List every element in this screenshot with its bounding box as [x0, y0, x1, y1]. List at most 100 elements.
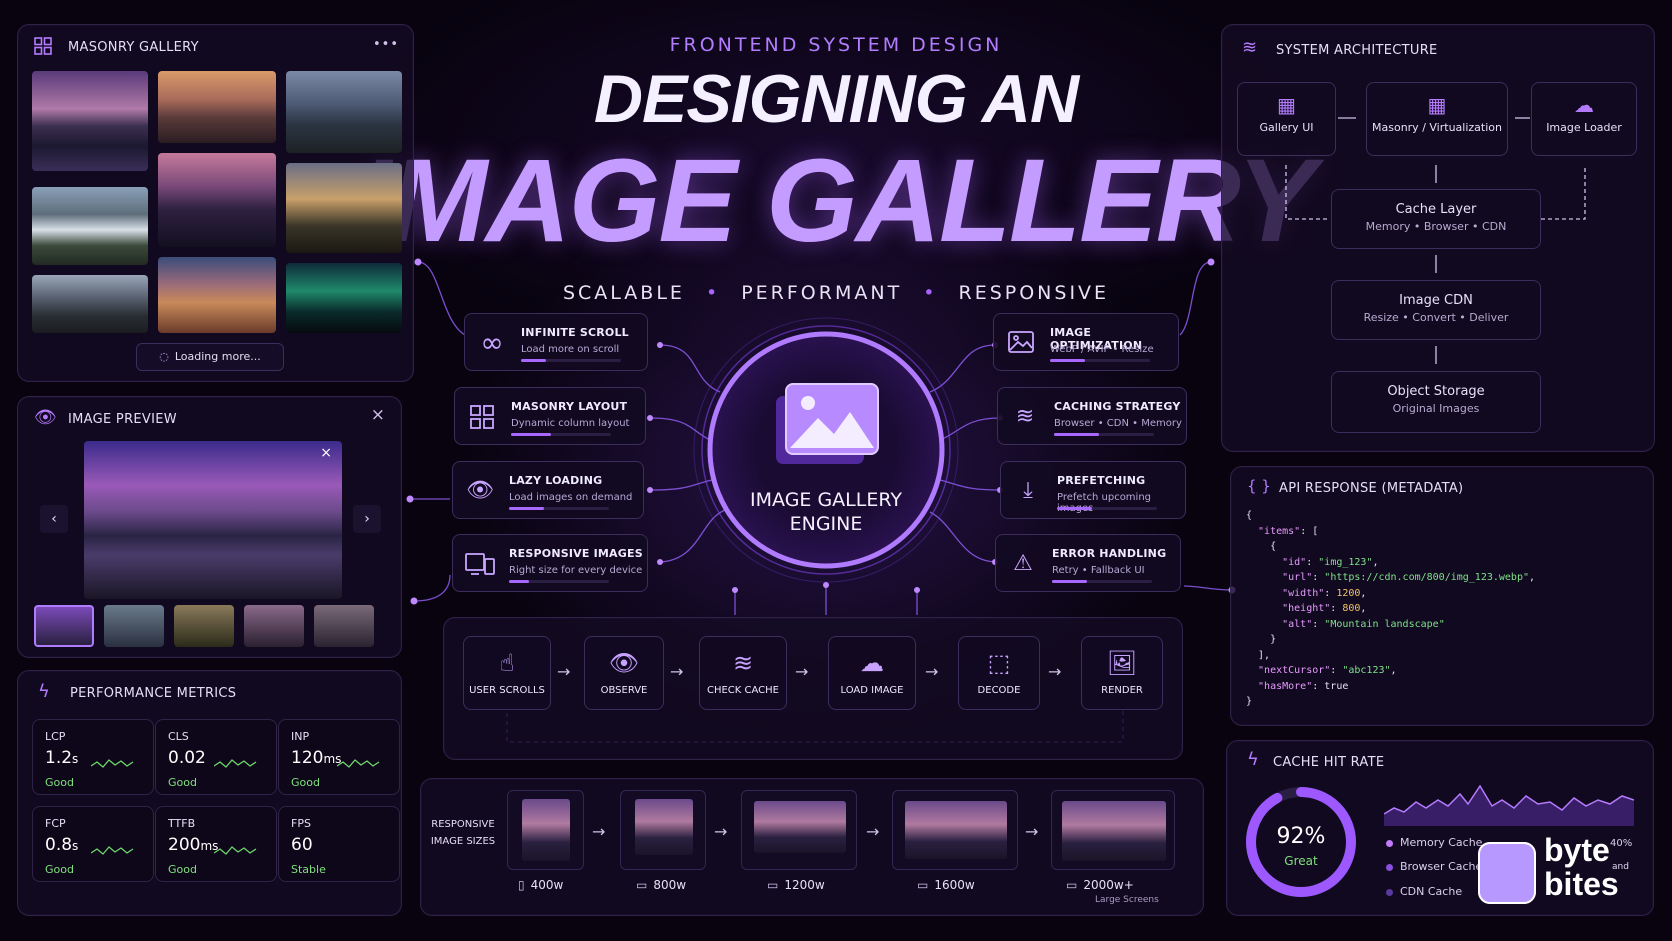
layers-icon: ≋	[732, 649, 754, 677]
api-response-title: API RESPONSE (METADATA)	[1279, 481, 1464, 496]
metric-cls: CLS 0.02 Good	[155, 719, 277, 795]
brand-name-line-1: byte	[1544, 832, 1610, 868]
gallery-image[interactable]	[32, 275, 148, 333]
size-label-text: 400w	[530, 878, 564, 892]
feature-image-optimization[interactable]: IMAGE OPTIMIZATION WebP / AVIF • Resize	[993, 313, 1179, 371]
size-label-text: 800w	[653, 878, 687, 892]
phone-icon: ▯	[518, 878, 525, 892]
next-button[interactable]: ›	[353, 505, 381, 533]
json-alt-value: Mountain landscape	[1330, 618, 1439, 630]
feature-subtitle: Browser • CDN • Memory	[1054, 418, 1182, 429]
masonry-gallery-title: MASONRY GALLERY	[68, 40, 199, 55]
feature-subtitle: Right size for every device	[509, 565, 643, 576]
feature-title: ERROR HANDLING	[1052, 547, 1167, 560]
metric-value: 60	[291, 835, 313, 855]
cache-hit-value: 92%	[1276, 824, 1326, 849]
step-decode: ⬚ DECODE	[958, 636, 1040, 710]
metric-fps: FPS 60 Stable	[278, 806, 400, 882]
feature-progress	[511, 433, 611, 436]
preview-thumbnail[interactable]	[104, 605, 164, 647]
more-menu-icon[interactable]: •••	[373, 37, 399, 52]
metric-value: 200ms	[168, 835, 219, 855]
step-label: RENDER	[1101, 685, 1143, 696]
arch-node-title: Cache Layer	[1395, 202, 1477, 217]
json-url-value: https://cdn.com/800/img_123.webp	[1330, 572, 1523, 583]
devices-icon	[465, 549, 495, 579]
performance-metrics-panel: ϟ PERFORMANCE METRICS LCP 1.2s Good CLS 0.02…	[17, 670, 402, 916]
layers-icon: ≋	[1242, 37, 1258, 58]
json-hasmore-value: true	[1324, 680, 1349, 692]
arrow-icon: →	[592, 822, 606, 841]
gallery-image[interactable]	[286, 263, 402, 333]
lightning-icon: ϟ	[38, 681, 50, 702]
arch-node-subtitle: Memory • Browser • CDN	[1365, 220, 1507, 233]
size-label-text: 1600w	[934, 878, 975, 892]
preview-thumbnail[interactable]	[174, 605, 234, 647]
feature-title: LAZY LOADING	[509, 474, 603, 487]
gallery-image[interactable]	[158, 71, 276, 143]
preview-thumbnail[interactable]	[244, 605, 304, 647]
image-icon: 🖼	[1106, 649, 1138, 677]
size-label-2000w: ▭ 2000w+	[1066, 878, 1134, 892]
infinity-icon: ∞	[480, 326, 504, 359]
feature-lazy-loading[interactable]: 👁 LAZY LOADING Load images on demand	[452, 461, 644, 519]
close-icon[interactable]: ×	[371, 405, 385, 425]
gallery-image[interactable]	[32, 187, 148, 265]
legend-cdn-cache: CDN Cache	[1386, 885, 1462, 898]
loading-more-indicator: ◌ Loading more...	[136, 343, 284, 371]
preview-close-icon[interactable]: ×	[320, 445, 332, 461]
metric-sparkline	[214, 759, 257, 768]
arch-gallery-ui: ▦ Gallery UI	[1237, 82, 1336, 156]
cloud-download-icon: ☁	[1574, 93, 1594, 117]
size-400w-preview	[507, 790, 584, 870]
feature-title: CACHING STRATEGY	[1054, 400, 1181, 413]
feature-error-handling[interactable]: ⚠ ERROR HANDLING Retry • Fallback UI	[995, 534, 1181, 592]
gallery-image[interactable]	[158, 153, 276, 247]
metric-label: INP	[291, 730, 310, 743]
json-nextcursor-value: abc123	[1348, 665, 1385, 676]
metric-sparkline	[91, 759, 134, 768]
brand-name-line-2: bites	[1544, 866, 1619, 902]
gallery-image[interactable]	[158, 257, 276, 333]
metric-status: Stable	[291, 863, 326, 876]
feature-prefetching[interactable]: ⤓ PREFETCHING Prefetch upcoming images	[1000, 461, 1186, 519]
feature-caching-strategy[interactable]: ≋ CACHING STRATEGY Browser • CDN • Memor…	[997, 387, 1187, 445]
performance-metrics-title: PERFORMANCE METRICS	[70, 686, 237, 701]
preview-thumbnail[interactable]	[34, 605, 94, 647]
arrow-icon: →	[557, 662, 571, 681]
previous-button[interactable]: ‹	[40, 505, 68, 533]
step-check-cache: ≋ CHECK CACHE	[699, 636, 787, 710]
image-preview-title: IMAGE PREVIEW	[68, 412, 177, 427]
image-preview-panel: 👁 IMAGE PREVIEW × × ‹ ›	[17, 396, 402, 658]
feature-infinite-scroll[interactable]: ∞ INFINITE SCROLL Load more on scroll	[464, 313, 648, 371]
grid-icon: ▦	[1427, 93, 1447, 117]
feature-masonry-layout[interactable]: MASONRY LAYOUT Dynamic column layout	[454, 387, 646, 445]
feature-responsive-images[interactable]: RESPONSIVE IMAGES Right size for every d…	[452, 534, 648, 592]
preview-thumbnail[interactable]	[314, 605, 374, 647]
grid-icon	[467, 402, 497, 432]
metric-label: CLS	[168, 730, 189, 743]
gallery-image[interactable]	[286, 71, 402, 153]
legend-label: CDN Cache	[1400, 885, 1463, 898]
brand-logo-mark	[1478, 842, 1536, 904]
metric-status: Good	[168, 863, 197, 876]
arch-cache-layer: Cache Layer Memory • Browser • CDN	[1331, 189, 1541, 249]
api-response-json: { "items": [ { "id": "img_123", "url": "…	[1246, 510, 1536, 707]
gallery-image[interactable]	[286, 163, 402, 253]
arrow-icon: →	[1048, 662, 1062, 681]
cache-hit-rate-title: CACHE HIT RATE	[1273, 755, 1385, 770]
loading-more-label: Loading more...	[174, 350, 261, 363]
gallery-image[interactable]	[32, 71, 148, 171]
arch-node-label: Gallery UI	[1259, 121, 1314, 134]
grid-icon: ▦	[1277, 93, 1296, 117]
metric-lcp: LCP 1.2s Good	[32, 719, 154, 795]
metric-value: 1.2s	[45, 748, 79, 768]
preview-image: ×	[84, 441, 342, 599]
responsive-label-line-1: RESPONSIVE	[431, 819, 495, 830]
arch-object-storage: Object Storage Original Images	[1331, 371, 1541, 433]
monitor-icon: ▭	[917, 878, 929, 892]
legend-browser-cache: Browser Cache	[1386, 860, 1482, 873]
metric-label: TTFB	[168, 817, 196, 830]
warning-icon: ⚠	[1013, 551, 1033, 576]
responsive-label: RESPONSIVE IMAGE SIZES	[428, 816, 498, 850]
